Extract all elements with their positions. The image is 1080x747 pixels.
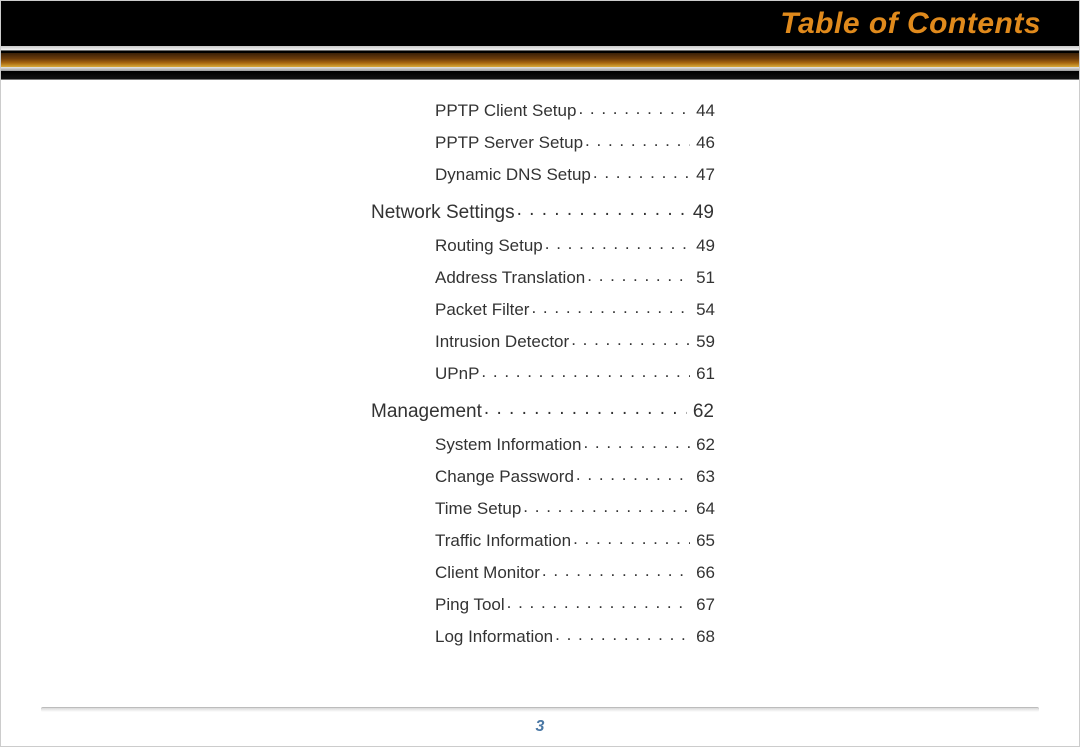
toc-entry-page: 47	[692, 165, 715, 185]
toc-entry-label: PPTP Client Setup	[435, 101, 576, 121]
toc-sub-entry: Intrusion Detector 59	[435, 330, 715, 352]
page: Table of Contents PPTP Client Setup 44 P…	[0, 0, 1080, 747]
toc-sub-entry: UPnP 61	[435, 362, 715, 384]
toc-entry-page: 59	[692, 332, 715, 352]
toc-entry-label: Intrusion Detector	[435, 332, 569, 352]
toc-entry-label: Packet Filter	[435, 300, 529, 320]
toc-entry-label: Address Translation	[435, 268, 585, 288]
toc-dot-leader	[531, 298, 690, 315]
toc-entry-page: 64	[692, 499, 715, 519]
toc-entry-page: 61	[692, 364, 715, 384]
page-title: Table of Contents	[780, 7, 1041, 41]
toc-entry-page: 67	[692, 595, 715, 615]
header-rule-1	[1, 46, 1079, 50]
toc-dot-leader	[507, 593, 690, 610]
toc-entry-page: 68	[692, 627, 715, 647]
header-band: Table of Contents	[1, 1, 1079, 79]
toc-dot-leader	[578, 99, 690, 116]
footer-page-number: 3	[1, 718, 1079, 736]
toc-section-entry: Management 62	[371, 398, 714, 423]
toc-entry-label: Traffic Information	[435, 531, 571, 551]
toc-entry-page: 66	[692, 563, 715, 583]
toc-dot-leader	[481, 362, 690, 379]
footer-rule	[41, 707, 1039, 712]
toc-entry-label: Dynamic DNS Setup	[435, 165, 591, 185]
toc-dot-leader	[542, 561, 690, 578]
toc-entry-label: Change Password	[435, 467, 574, 487]
toc-entry-label: Client Monitor	[435, 563, 540, 583]
toc-dot-leader	[593, 163, 690, 180]
toc-sub-entry: Dynamic DNS Setup 47	[435, 163, 715, 185]
header-rule-gold	[1, 53, 1079, 67]
toc-dot-leader	[555, 625, 690, 642]
toc-entry-page: 44	[692, 101, 715, 121]
toc-section-entry: Network Settings 49	[371, 199, 714, 224]
toc-entry-page: 49	[689, 202, 714, 224]
toc-sub-entry: Log Information 68	[435, 625, 715, 647]
table-of-contents: PPTP Client Setup 44 PPTP Server Setup 4…	[371, 93, 701, 657]
toc-entry-page: 62	[692, 435, 715, 455]
toc-entry-page: 49	[692, 236, 715, 256]
toc-dot-leader	[545, 234, 690, 251]
header-rule-4	[1, 71, 1079, 80]
toc-dot-leader	[585, 131, 690, 148]
toc-sub-entry: PPTP Server Setup 46	[435, 131, 715, 153]
toc-dot-leader	[573, 529, 690, 546]
toc-sub-entry: Change Password 63	[435, 465, 715, 487]
toc-entry-label: Log Information	[435, 627, 553, 647]
toc-dot-leader	[484, 398, 687, 417]
toc-sub-entry: PPTP Client Setup 44	[435, 99, 715, 121]
toc-sub-entry: Traffic Information 65	[435, 529, 715, 551]
toc-entry-label: PPTP Server Setup	[435, 133, 583, 153]
toc-entry-page: 65	[692, 531, 715, 551]
toc-entry-page: 63	[692, 467, 715, 487]
toc-entry-label: Management	[371, 401, 482, 423]
toc-entry-label: System Information	[435, 435, 581, 455]
toc-sub-entry: Ping Tool 67	[435, 593, 715, 615]
toc-dot-leader	[587, 266, 690, 283]
toc-dot-leader	[517, 199, 687, 218]
toc-sub-entry: Time Setup 64	[435, 497, 715, 519]
toc-sub-entry: Packet Filter 54	[435, 298, 715, 320]
toc-sub-entry: Routing Setup 49	[435, 234, 715, 256]
toc-dot-leader	[571, 330, 690, 347]
toc-entry-page: 51	[692, 268, 715, 288]
toc-entry-label: Time Setup	[435, 499, 521, 519]
toc-dot-leader	[523, 497, 690, 514]
toc-sub-entry: Address Translation 51	[435, 266, 715, 288]
toc-entry-label: Network Settings	[371, 202, 515, 224]
toc-entry-label: Ping Tool	[435, 595, 505, 615]
toc-entry-label: Routing Setup	[435, 236, 543, 256]
toc-entry-page: 46	[692, 133, 715, 153]
toc-sub-entry: Client Monitor 66	[435, 561, 715, 583]
toc-sub-entry: System Information 62	[435, 433, 715, 455]
toc-entry-label: UPnP	[435, 364, 479, 384]
toc-entry-page: 62	[689, 401, 714, 423]
toc-dot-leader	[576, 465, 690, 482]
toc-entry-page: 54	[692, 300, 715, 320]
toc-dot-leader	[583, 433, 690, 450]
